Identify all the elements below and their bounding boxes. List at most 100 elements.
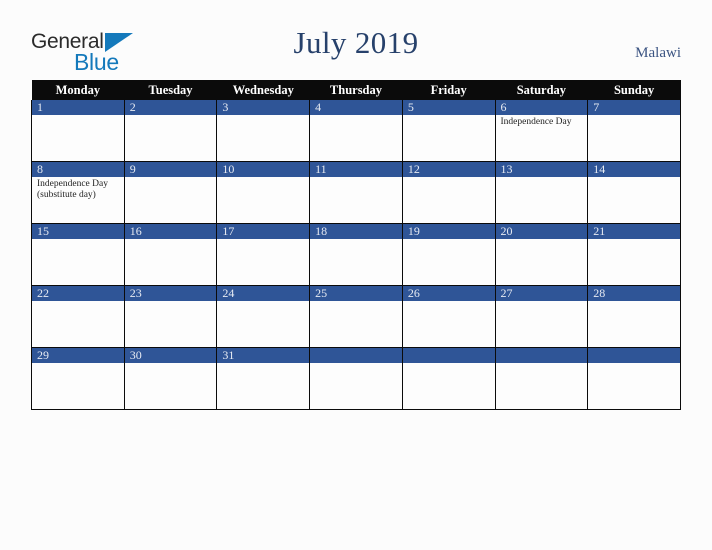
calendar-week-row: 29 30 31 [31, 347, 681, 410]
calendar-day-cell[interactable]: 17 [216, 223, 311, 286]
calendar-week-row: 8 Independence Day (substitute day) 9 10 11 1… [31, 161, 681, 224]
day-number: 26 [402, 286, 495, 301]
day-cell-content: 30 [124, 348, 217, 409]
day-cell-content: 29 [32, 348, 124, 409]
calendar-day-cell[interactable]: 20 [494, 223, 589, 286]
day-cell-content: 31 [217, 348, 310, 409]
calendar-day-cell[interactable]: 1 [31, 100, 125, 162]
weekday-header-monday: Monday [31, 80, 125, 100]
calendar-day-cell[interactable]: 11 [309, 161, 403, 224]
calendar-day-cell[interactable]: 21 [587, 223, 681, 286]
day-number: 15 [32, 224, 124, 239]
day-number: 4 [310, 100, 402, 115]
day-cell-content: 1 [32, 100, 124, 161]
day-cell-content: 15 [32, 224, 124, 285]
calendar-day-cell[interactable]: 22 [31, 285, 125, 348]
calendar-empty-cell[interactable] [587, 347, 681, 410]
calendar-day-cell[interactable]: 27 [494, 285, 589, 348]
day-number: 8 [32, 162, 124, 177]
day-cell-content: 21 [588, 224, 680, 285]
day-number: 1 [32, 100, 124, 115]
calendar-day-cell[interactable]: 26 [401, 285, 496, 348]
calendar-day-cell[interactable]: 31 [216, 347, 311, 410]
day-number: 25 [310, 286, 402, 301]
day-cell-content: 10 [217, 162, 310, 223]
calendar-day-cell[interactable]: 25 [309, 285, 403, 348]
day-number: 10 [217, 162, 310, 177]
weekday-header-thursday: Thursday [309, 80, 403, 100]
day-number: 16 [124, 224, 217, 239]
day-cell-content: 13 [495, 162, 588, 223]
day-number: 23 [124, 286, 217, 301]
day-number: 27 [495, 286, 588, 301]
day-events: Independence Day (substitute day) [32, 177, 124, 201]
weekday-header-sunday: Sunday [587, 80, 681, 100]
calendar-day-cell[interactable]: 24 [216, 285, 311, 348]
calendar-week-row: 22 23 24 25 26 27 28 [31, 285, 681, 348]
day-number: 20 [495, 224, 588, 239]
day-number [310, 348, 402, 363]
day-number: 12 [402, 162, 495, 177]
calendar-empty-cell[interactable] [401, 347, 496, 410]
day-number: 5 [402, 100, 495, 115]
day-cell-content: 26 [402, 286, 495, 347]
day-number: 22 [32, 286, 124, 301]
calendar-day-cell[interactable]: 12 [401, 161, 496, 224]
calendar-day-cell[interactable]: 6 Independence Day [494, 100, 589, 162]
calendar-weekday-header: Monday Tuesday Wednesday Thursday Friday… [31, 80, 681, 100]
calendar-day-cell[interactable]: 14 [587, 161, 681, 224]
day-cell-content: 6 Independence Day [495, 100, 588, 161]
calendar-body: 1 2 3 4 5 6 Independence Day 7 8 Independence Day… [31, 100, 681, 410]
calendar-day-cell[interactable]: 2 [123, 100, 218, 162]
day-cell-content: 12 [402, 162, 495, 223]
calendar-day-cell[interactable]: 5 [401, 100, 496, 162]
calendar-day-cell[interactable]: 9 [123, 161, 218, 224]
calendar-day-cell[interactable]: 28 [587, 285, 681, 348]
calendar-empty-cell[interactable] [494, 347, 589, 410]
calendar-day-cell[interactable]: 7 [587, 100, 681, 162]
calendar-day-cell[interactable]: 30 [123, 347, 218, 410]
day-number [402, 348, 495, 363]
calendar-week-row: 1 2 3 4 5 6 Independence Day 7 [31, 100, 681, 162]
calendar-day-cell[interactable]: 13 [494, 161, 589, 224]
calendar-day-cell[interactable]: 8 Independence Day (substitute day) [31, 161, 125, 224]
calendar-page: General Blue July 2019 Malawi Monday Tue… [0, 0, 712, 550]
day-cell-content [495, 348, 588, 409]
day-number: 17 [217, 224, 310, 239]
day-cell-content: 3 [217, 100, 310, 161]
day-cell-content: 24 [217, 286, 310, 347]
calendar-empty-cell[interactable] [309, 347, 403, 410]
day-cell-content: 20 [495, 224, 588, 285]
day-cell-content: 9 [124, 162, 217, 223]
page-header: General Blue July 2019 Malawi [0, 0, 712, 80]
calendar-day-cell[interactable]: 3 [216, 100, 311, 162]
day-number: 11 [310, 162, 402, 177]
day-number: 28 [588, 286, 680, 301]
day-number: 31 [217, 348, 310, 363]
country-label: Malawi [635, 45, 681, 61]
calendar-day-cell[interactable]: 29 [31, 347, 125, 410]
day-cell-content: 17 [217, 224, 310, 285]
calendar-day-cell[interactable]: 19 [401, 223, 496, 286]
calendar-day-cell[interactable]: 16 [123, 223, 218, 286]
holiday-label: Independence Day [500, 117, 572, 127]
calendar-day-cell[interactable]: 18 [309, 223, 403, 286]
day-number: 9 [124, 162, 217, 177]
weekday-header-wednesday: Wednesday [216, 80, 310, 100]
weekday-header-saturday: Saturday [495, 80, 588, 100]
day-number: 21 [588, 224, 680, 239]
day-number: 2 [124, 100, 217, 115]
calendar-day-cell[interactable]: 4 [309, 100, 403, 162]
calendar-day-cell[interactable]: 15 [31, 223, 125, 286]
day-cell-content [402, 348, 495, 409]
calendar-day-cell[interactable]: 10 [216, 161, 311, 224]
day-number: 18 [310, 224, 402, 239]
day-cell-content: 18 [310, 224, 402, 285]
weekday-header-friday: Friday [402, 80, 496, 100]
day-number: 19 [402, 224, 495, 239]
calendar-day-cell[interactable]: 23 [123, 285, 218, 348]
day-number: 6 [495, 100, 588, 115]
day-cell-content: 28 [588, 286, 680, 347]
day-cell-content: 22 [32, 286, 124, 347]
weekday-header-row: Monday Tuesday Wednesday Thursday Friday… [31, 80, 681, 100]
